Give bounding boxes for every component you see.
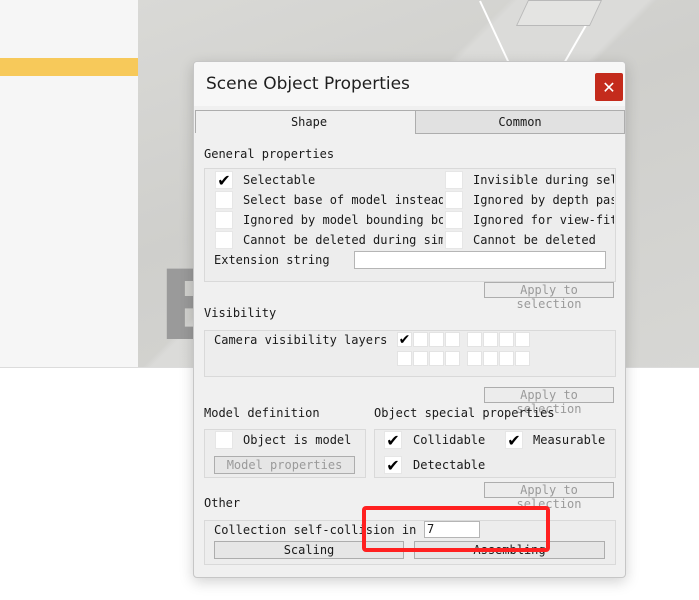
ignored-by-model-bounding-box-label: Ignored by model bounding bo	[243, 213, 443, 227]
visibility-layer-3[interactable]	[429, 332, 444, 347]
other-heading: Other	[204, 496, 241, 510]
extension-string-label: Extension string	[214, 253, 330, 267]
tab-bar: Shape Common	[194, 110, 625, 134]
invisible-during-selection-label: Invisible during sel	[473, 173, 614, 187]
visibility-layer-7[interactable]	[499, 332, 514, 347]
object-is-model-label: Object is model	[243, 433, 352, 447]
invisible-during-selection-checkbox[interactable]	[445, 171, 463, 189]
visibility-layer-9[interactable]	[397, 351, 412, 366]
checkmark-icon: ✔	[386, 456, 400, 475]
special-apply-to-selection-button[interactable]: Apply to selection	[484, 482, 614, 511]
camera-visibility-layers-label: Camera visibility layers	[214, 333, 388, 347]
object-special-properties-heading: Object special properties	[374, 406, 555, 420]
select-base-of-model-label: Select base of model instead	[243, 193, 443, 207]
measurable-checkbox[interactable]: ✔	[505, 431, 523, 449]
model-definition-heading: Model definition	[204, 406, 320, 420]
tab-shape[interactable]: Shape	[195, 110, 423, 133]
visibility-layer-4[interactable]	[445, 332, 460, 347]
collidable-label: Collidable	[413, 433, 486, 447]
detectable-label: Detectable	[413, 458, 486, 472]
visibility-layer-6[interactable]	[483, 332, 498, 347]
visibility-apply-to-selection-button[interactable]: Apply to selection	[484, 387, 614, 416]
visibility-layer-16[interactable]	[515, 351, 530, 366]
visibility-layer-8[interactable]	[515, 332, 530, 347]
ignored-for-view-fitting-label: Ignored for view-fitt	[473, 213, 614, 227]
background-accent-bar	[0, 58, 138, 76]
tab-common[interactable]: Common	[415, 110, 625, 134]
extension-string-input[interactable]	[354, 251, 606, 269]
checkmark-icon: ✔	[217, 171, 231, 190]
close-icon: ✕	[602, 77, 616, 97]
cannot-be-deleted-during-simulation-label: Cannot be deleted during simu	[243, 233, 443, 247]
ignored-for-view-fitting-checkbox[interactable]	[445, 211, 463, 229]
close-button[interactable]: ✕	[595, 73, 623, 101]
measurable-label: Measurable	[533, 433, 606, 447]
visibility-layer-12[interactable]	[445, 351, 460, 366]
background-left-panel	[0, 0, 138, 367]
visibility-layer-15[interactable]	[499, 351, 514, 366]
checkmark-icon: ✔	[507, 431, 521, 450]
scene-letter-shape: B	[158, 258, 198, 354]
detectable-checkbox[interactable]: ✔	[384, 456, 402, 474]
visibility-layer-10[interactable]	[413, 351, 428, 366]
visibility-layer-1[interactable]: ✔	[397, 332, 412, 347]
model-properties-button[interactable]: Model properties	[214, 456, 355, 474]
ignored-by-depth-pass-checkbox[interactable]	[445, 191, 463, 209]
dialog-titlebar[interactable]: Scene Object Properties ✕	[194, 62, 625, 106]
ignored-by-depth-pass-label: Ignored by depth pas	[473, 193, 614, 207]
scene-robot-model	[515, 0, 603, 26]
selectable-label: Selectable	[243, 173, 316, 187]
cannot-be-deleted-during-simulation-checkbox[interactable]	[215, 231, 233, 249]
visibility-heading: Visibility	[204, 306, 277, 320]
scene-object-properties-dialog: Scene Object Properties ✕ Shape Common G…	[193, 61, 626, 578]
general-apply-to-selection-button[interactable]: Apply to selection	[484, 282, 614, 311]
ignored-by-model-bounding-box-checkbox[interactable]	[215, 211, 233, 229]
general-properties-heading: General properties	[204, 147, 335, 161]
cannot-be-deleted-label: Cannot be deleted	[473, 233, 596, 247]
checkmark-icon: ✔	[386, 431, 400, 450]
collidable-checkbox[interactable]: ✔	[384, 431, 402, 449]
annotation-highlight-box	[362, 506, 550, 552]
object-is-model-checkbox[interactable]	[215, 431, 233, 449]
cannot-be-deleted-checkbox[interactable]	[445, 231, 463, 249]
visibility-layer-13[interactable]	[467, 351, 482, 366]
visibility-layer-5[interactable]	[467, 332, 482, 347]
visibility-layer-2[interactable]	[413, 332, 428, 347]
selectable-checkbox[interactable]: ✔	[215, 171, 233, 189]
dialog-title: Scene Object Properties	[206, 74, 410, 94]
visibility-layer-11[interactable]	[429, 351, 444, 366]
select-base-of-model-checkbox[interactable]	[215, 191, 233, 209]
visibility-layer-14[interactable]	[483, 351, 498, 366]
checkmark-icon: ✔	[398, 332, 411, 348]
